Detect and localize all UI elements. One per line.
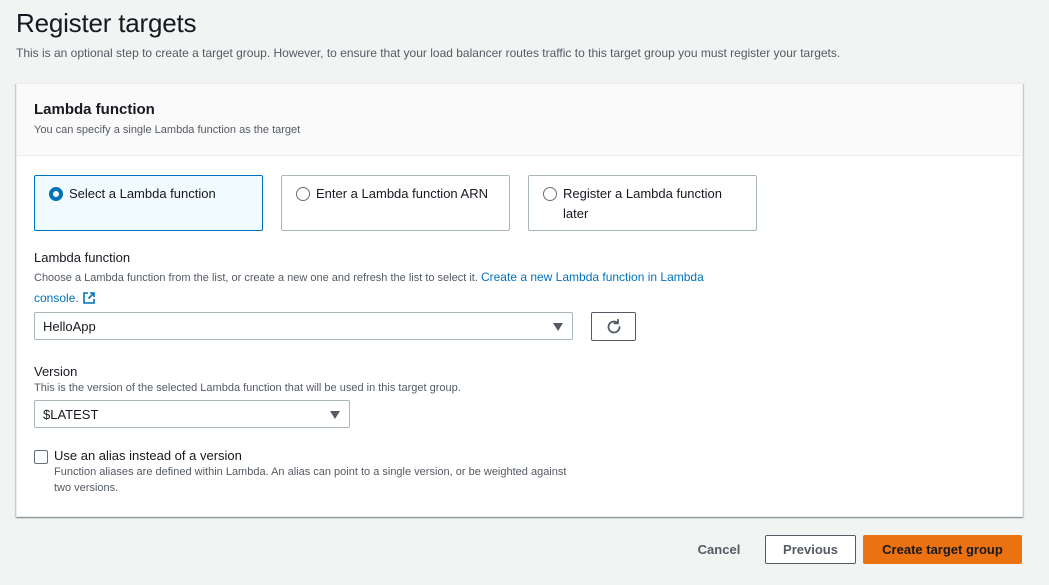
tile-select-lambda-function[interactable]: Select a Lambda function [34, 175, 263, 231]
page-title: Register targets [16, 8, 197, 38]
version-label: Version [34, 364, 78, 379]
radio-select-lambda-function[interactable] [49, 187, 63, 201]
create-target-group-button[interactable]: Create target group [863, 535, 1022, 564]
version-value: $LATEST [43, 407, 99, 422]
radio-register-later[interactable] [543, 187, 557, 201]
page-description: This is an optional step to create a tar… [16, 46, 841, 60]
version-select[interactable]: $LATEST [34, 400, 350, 428]
chevron-down-icon [553, 323, 563, 331]
lambda-function-description: Choose a Lambda function from the list, … [34, 267, 734, 309]
cancel-button[interactable]: Cancel [689, 535, 749, 564]
refresh-button[interactable] [591, 312, 636, 341]
tile-label: Select a Lambda function [69, 186, 216, 201]
external-link-icon [82, 292, 95, 304]
tile-label: Enter a Lambda function ARN [316, 186, 488, 201]
tile-label: Register a Lambda function later [563, 186, 722, 221]
radio-enter-lambda-arn[interactable] [296, 187, 310, 201]
refresh-icon [607, 318, 621, 334]
panel-title: Lambda function [34, 101, 155, 118]
panel-header: Lambda function You can specify a single… [17, 84, 1022, 156]
previous-button[interactable]: Previous [765, 535, 856, 564]
use-alias-checkbox[interactable] [34, 450, 48, 464]
lambda-function-help-text: Choose a Lambda function from the list, … [34, 272, 478, 284]
lambda-function-select[interactable]: HelloApp [34, 312, 573, 340]
lambda-function-panel: Lambda function You can specify a single… [16, 83, 1023, 517]
lambda-function-value: HelloApp [43, 319, 96, 334]
chevron-down-icon [330, 411, 340, 419]
panel-subtitle: You can specify a single Lambda function… [34, 124, 301, 136]
use-alias-description: Function aliases are defined within Lamb… [54, 466, 567, 494]
tile-register-later[interactable]: Register a Lambda function later [528, 175, 757, 231]
use-alias-label[interactable]: Use an alias instead of a version [54, 448, 242, 463]
version-description: This is the version of the selected Lamb… [34, 382, 461, 394]
tile-enter-lambda-arn[interactable]: Enter a Lambda function ARN [281, 175, 510, 231]
lambda-function-label: Lambda function [34, 250, 131, 265]
